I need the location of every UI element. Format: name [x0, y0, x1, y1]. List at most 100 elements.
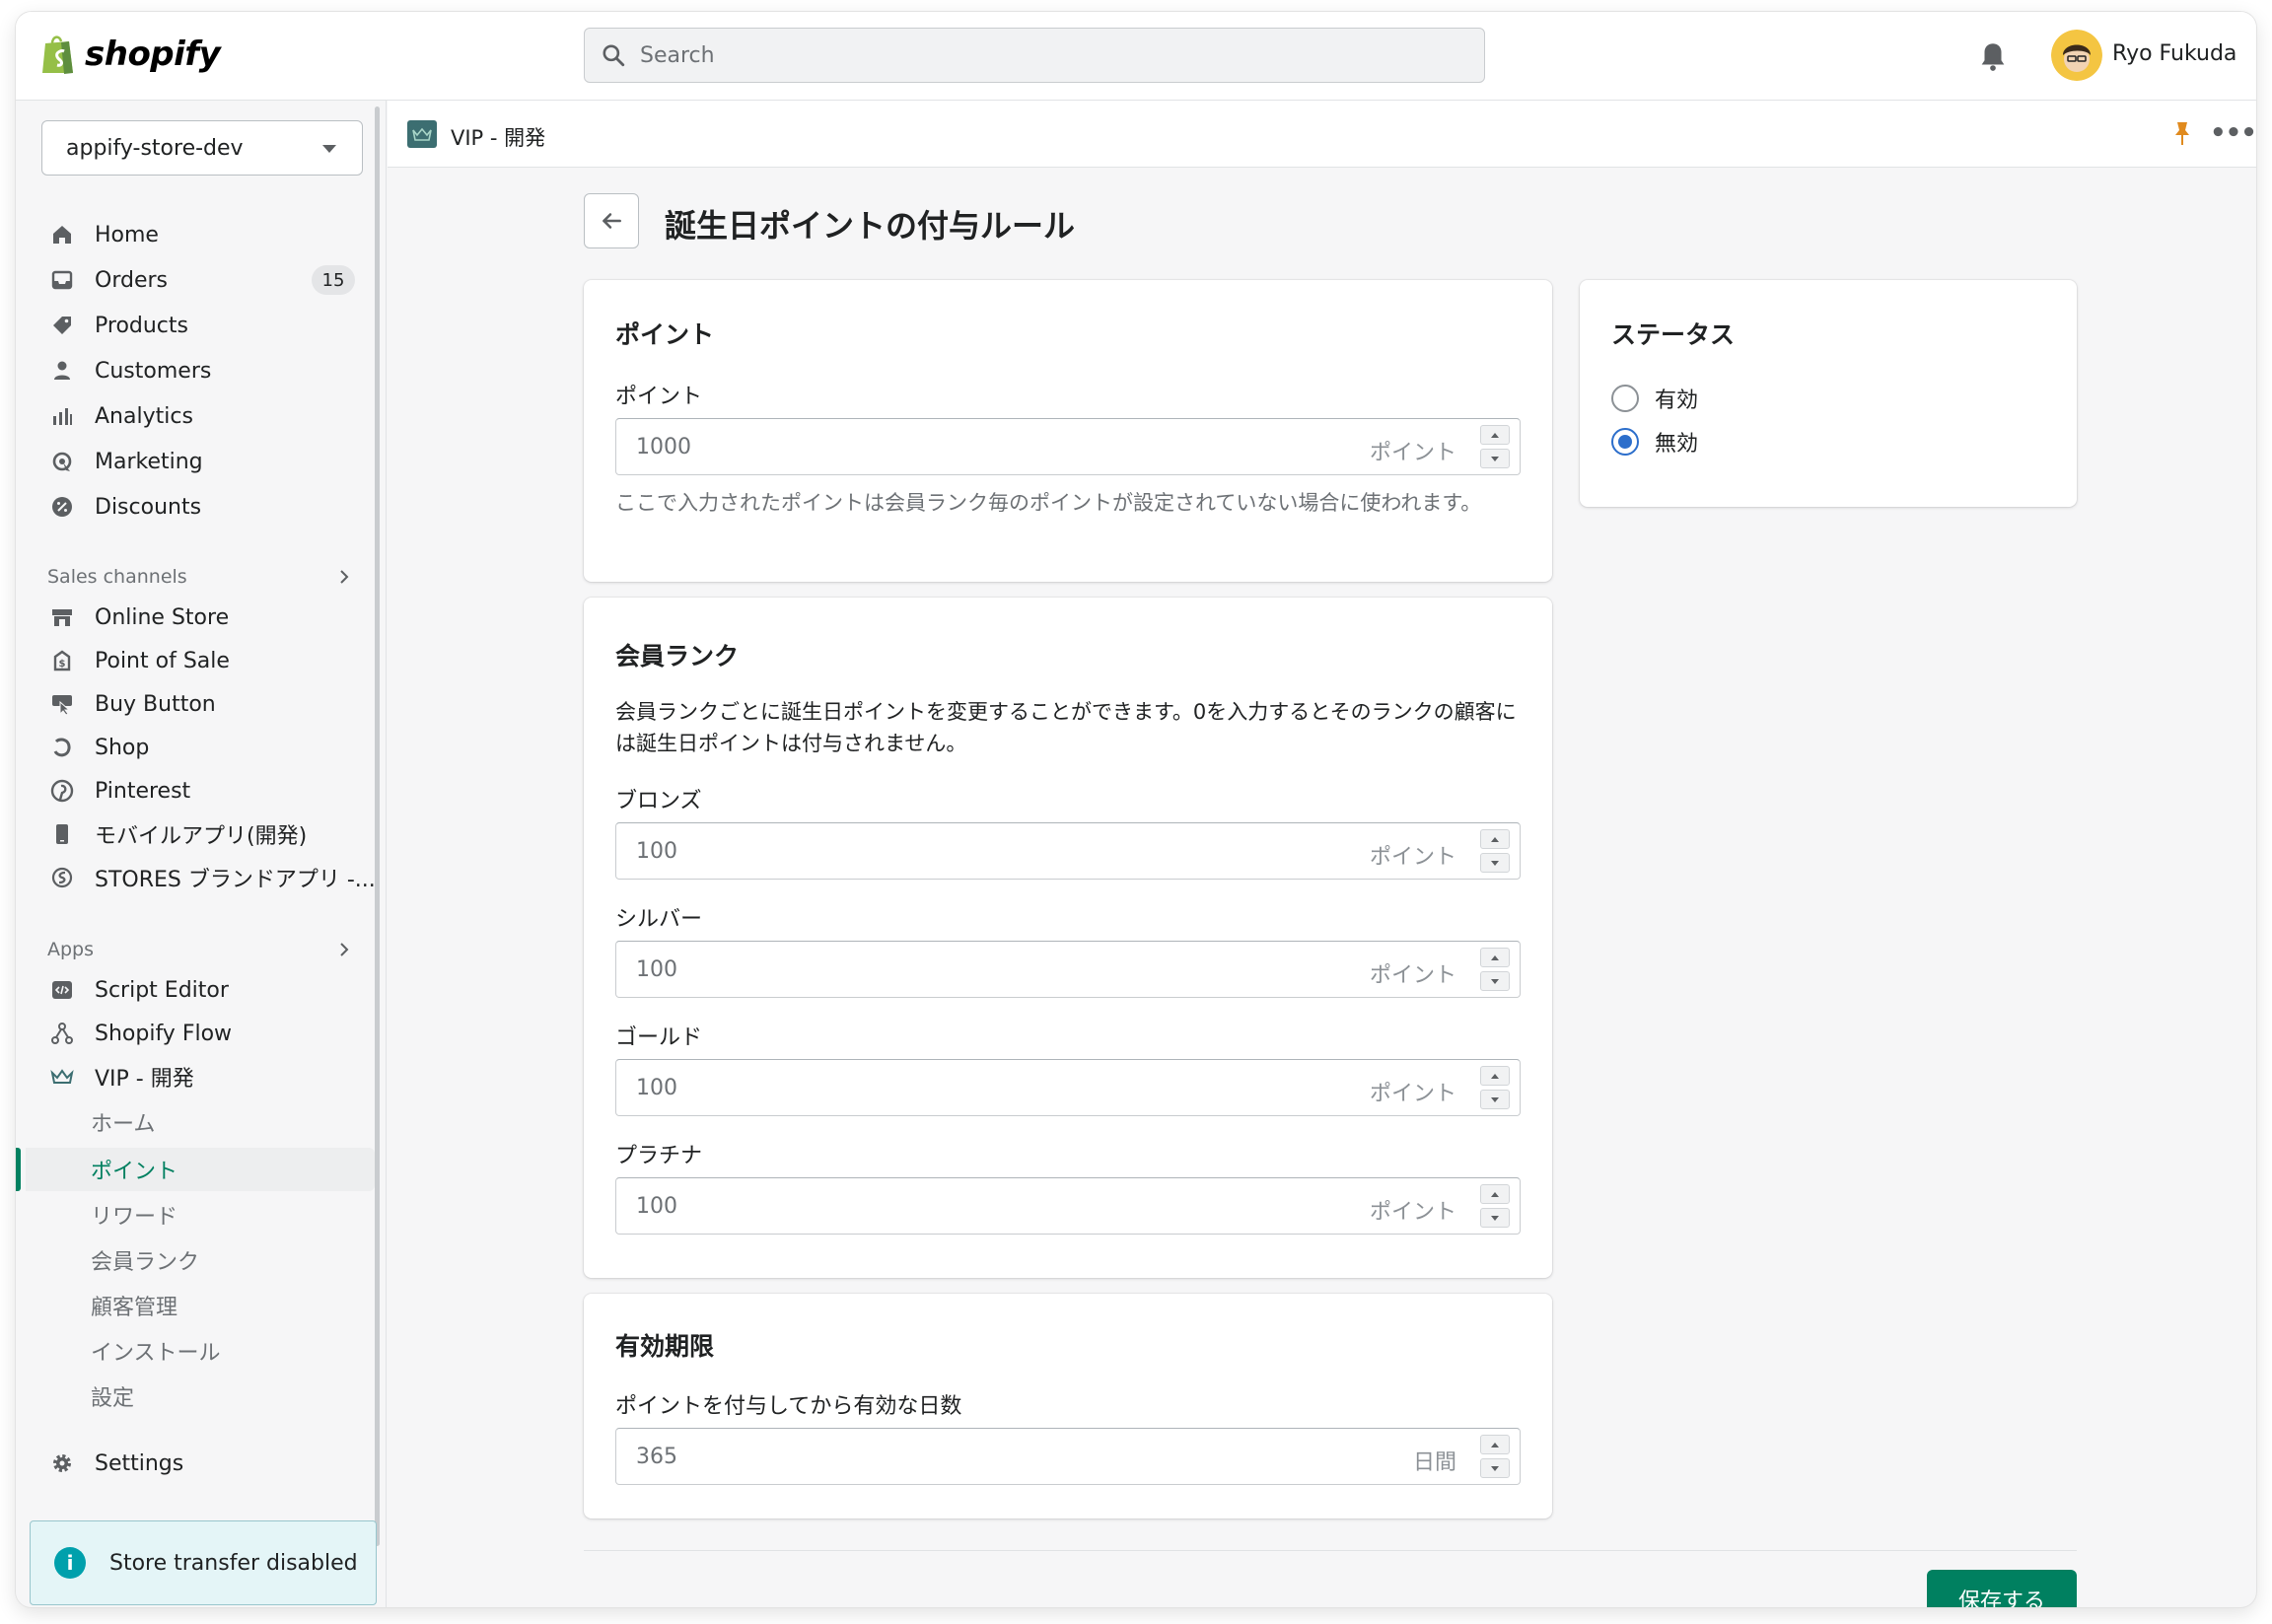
nav-settings[interactable]: Settings [49, 1444, 183, 1483]
active-item-indicator [16, 1148, 21, 1191]
marketing-icon [49, 449, 75, 474]
crown-icon [49, 1064, 75, 1090]
rank-input-value: 100 [636, 957, 677, 982]
chevron-right-icon[interactable] [337, 570, 351, 584]
channel-mobile-app[interactable]: モバイルアプリ(開発) [49, 814, 307, 854]
app-vip[interactable]: VIP - 開発 [49, 1057, 194, 1096]
channel-point-of-sale[interactable]: $ Point of Sale [49, 641, 230, 680]
vip-sub-home[interactable]: ホーム [91, 1102, 155, 1142]
shopify-logo[interactable]: shopify [39, 34, 221, 75]
vip-app-icon [407, 120, 437, 148]
notification-bell-icon[interactable] [1976, 39, 2010, 73]
stepper-down-button[interactable] [1480, 971, 1510, 991]
points-stepper [1480, 425, 1510, 468]
nav-home[interactable]: Home [49, 215, 159, 254]
caret-down-icon [1491, 978, 1499, 984]
nav-label: Settings [95, 1450, 184, 1476]
rank-stepper [1480, 829, 1510, 873]
vip-sub-points[interactable]: ポイント [91, 1150, 178, 1189]
nav-label: Pinterest [95, 778, 191, 804]
stepper-up-button[interactable] [1480, 1066, 1510, 1086]
channel-stores-app[interactable]: STORES ブランドアプリ -... [49, 858, 376, 897]
channel-buy-button[interactable]: Buy Button [49, 684, 216, 724]
points-input[interactable]: 1000 ポイント [615, 418, 1521, 475]
stepper-down-button[interactable] [1480, 1090, 1510, 1109]
expiry-card-title: 有効期限 [615, 1332, 715, 1361]
points-help-text: ここで入力されたポイントは会員ランク毎のポイントが設定されていない場合に使われま… [615, 491, 1482, 515]
rank-platinum-input[interactable]: 100 ポイント [615, 1177, 1521, 1235]
status-option-label: 有効 [1655, 388, 1699, 413]
caret-up-icon [1491, 432, 1499, 438]
expiry-field-label: ポイントを付与してから有効な日数 [615, 1394, 962, 1419]
save-button[interactable]: 保存する [1927, 1570, 2077, 1607]
code-icon [49, 977, 75, 1003]
search-icon [603, 44, 625, 67]
rank-bronze-input[interactable]: 100 ポイント [615, 822, 1521, 880]
expiry-days-input[interactable]: 365 日間 [615, 1428, 1521, 1485]
stepper-up-button[interactable] [1480, 829, 1510, 849]
nav-analytics[interactable]: Analytics [49, 396, 193, 436]
pin-icon[interactable] [2170, 120, 2194, 148]
apps-heading: Apps [47, 939, 95, 960]
channel-pinterest[interactable]: Pinterest [49, 771, 190, 811]
nav-label: Marketing [95, 449, 203, 474]
rank-input-value: 100 [636, 1194, 677, 1219]
stepper-up-button[interactable] [1480, 1184, 1510, 1204]
back-button[interactable] [584, 193, 639, 248]
vip-sub-install[interactable]: インストール [91, 1331, 221, 1371]
avatar[interactable] [2051, 30, 2102, 81]
stepper-up-button[interactable] [1480, 425, 1510, 445]
user-name[interactable]: Ryo Fukuda [2112, 41, 2236, 66]
home-icon [49, 222, 75, 247]
sidebar-scrollbar[interactable] [375, 106, 380, 1546]
rank-gold-input[interactable]: 100 ポイント [615, 1059, 1521, 1116]
active-item-highlight [26, 1148, 375, 1191]
status-disabled-option[interactable]: 無効 [1611, 426, 1698, 458]
nav-label: Online Store [95, 604, 230, 630]
pinterest-icon [49, 778, 75, 804]
vip-sub-rewards[interactable]: リワード [91, 1195, 178, 1235]
nav-label: Discounts [95, 494, 202, 520]
status-enabled-option[interactable]: 有効 [1611, 383, 1698, 414]
points-card-title: ポイント [615, 320, 715, 349]
radio-button[interactable] [1611, 385, 1639, 412]
nav-label: Products [95, 313, 188, 338]
stepper-down-button[interactable] [1480, 449, 1510, 468]
nav-label: VIP - 開発 [95, 1067, 194, 1092]
stepper-up-button[interactable] [1480, 1435, 1510, 1454]
store-selector[interactable]: appify-store-dev [41, 120, 363, 176]
caret-down-icon [322, 145, 336, 153]
nav-discounts[interactable]: Discounts [49, 487, 201, 527]
radio-button-checked[interactable] [1611, 428, 1639, 456]
vip-sub-settings[interactable]: 設定 [91, 1377, 134, 1416]
caret-down-icon [1491, 456, 1499, 461]
nav-orders[interactable]: Orders [49, 260, 168, 300]
mobile-icon [49, 821, 75, 847]
rank-stepper [1480, 1184, 1510, 1228]
rank-input-suffix: ポイント [1369, 1082, 1456, 1106]
app-script-editor[interactable]: Script Editor [49, 970, 229, 1010]
nav-products[interactable]: Products [49, 306, 188, 345]
bar-chart-icon [49, 403, 75, 429]
store-icon [49, 604, 75, 630]
expiry-input-value: 365 [636, 1445, 677, 1469]
gear-icon [49, 1450, 75, 1476]
nav-label: モバイルアプリ(開発) [95, 824, 308, 849]
vip-sub-member-rank[interactable]: 会員ランク [91, 1240, 199, 1280]
vip-sub-customers[interactable]: 顧客管理 [91, 1286, 178, 1325]
nav-label: Shop [95, 735, 150, 760]
channel-online-store[interactable]: Online Store [49, 598, 229, 637]
stepper-down-button[interactable] [1480, 1458, 1510, 1478]
stepper-up-button[interactable] [1480, 948, 1510, 967]
search-input[interactable]: Search [584, 28, 1485, 83]
rank-silver-input[interactable]: 100 ポイント [615, 941, 1521, 998]
nav-customers[interactable]: Customers [49, 351, 211, 390]
orders-count-badge: 15 [312, 265, 355, 295]
stepper-down-button[interactable] [1480, 1208, 1510, 1228]
app-shopify-flow[interactable]: Shopify Flow [49, 1014, 232, 1053]
nav-marketing[interactable]: Marketing [49, 442, 203, 481]
channel-shop[interactable]: Shop [49, 728, 149, 767]
more-actions-icon[interactable]: ••• [2210, 118, 2256, 148]
stepper-down-button[interactable] [1480, 853, 1510, 873]
chevron-right-icon[interactable] [337, 943, 351, 956]
